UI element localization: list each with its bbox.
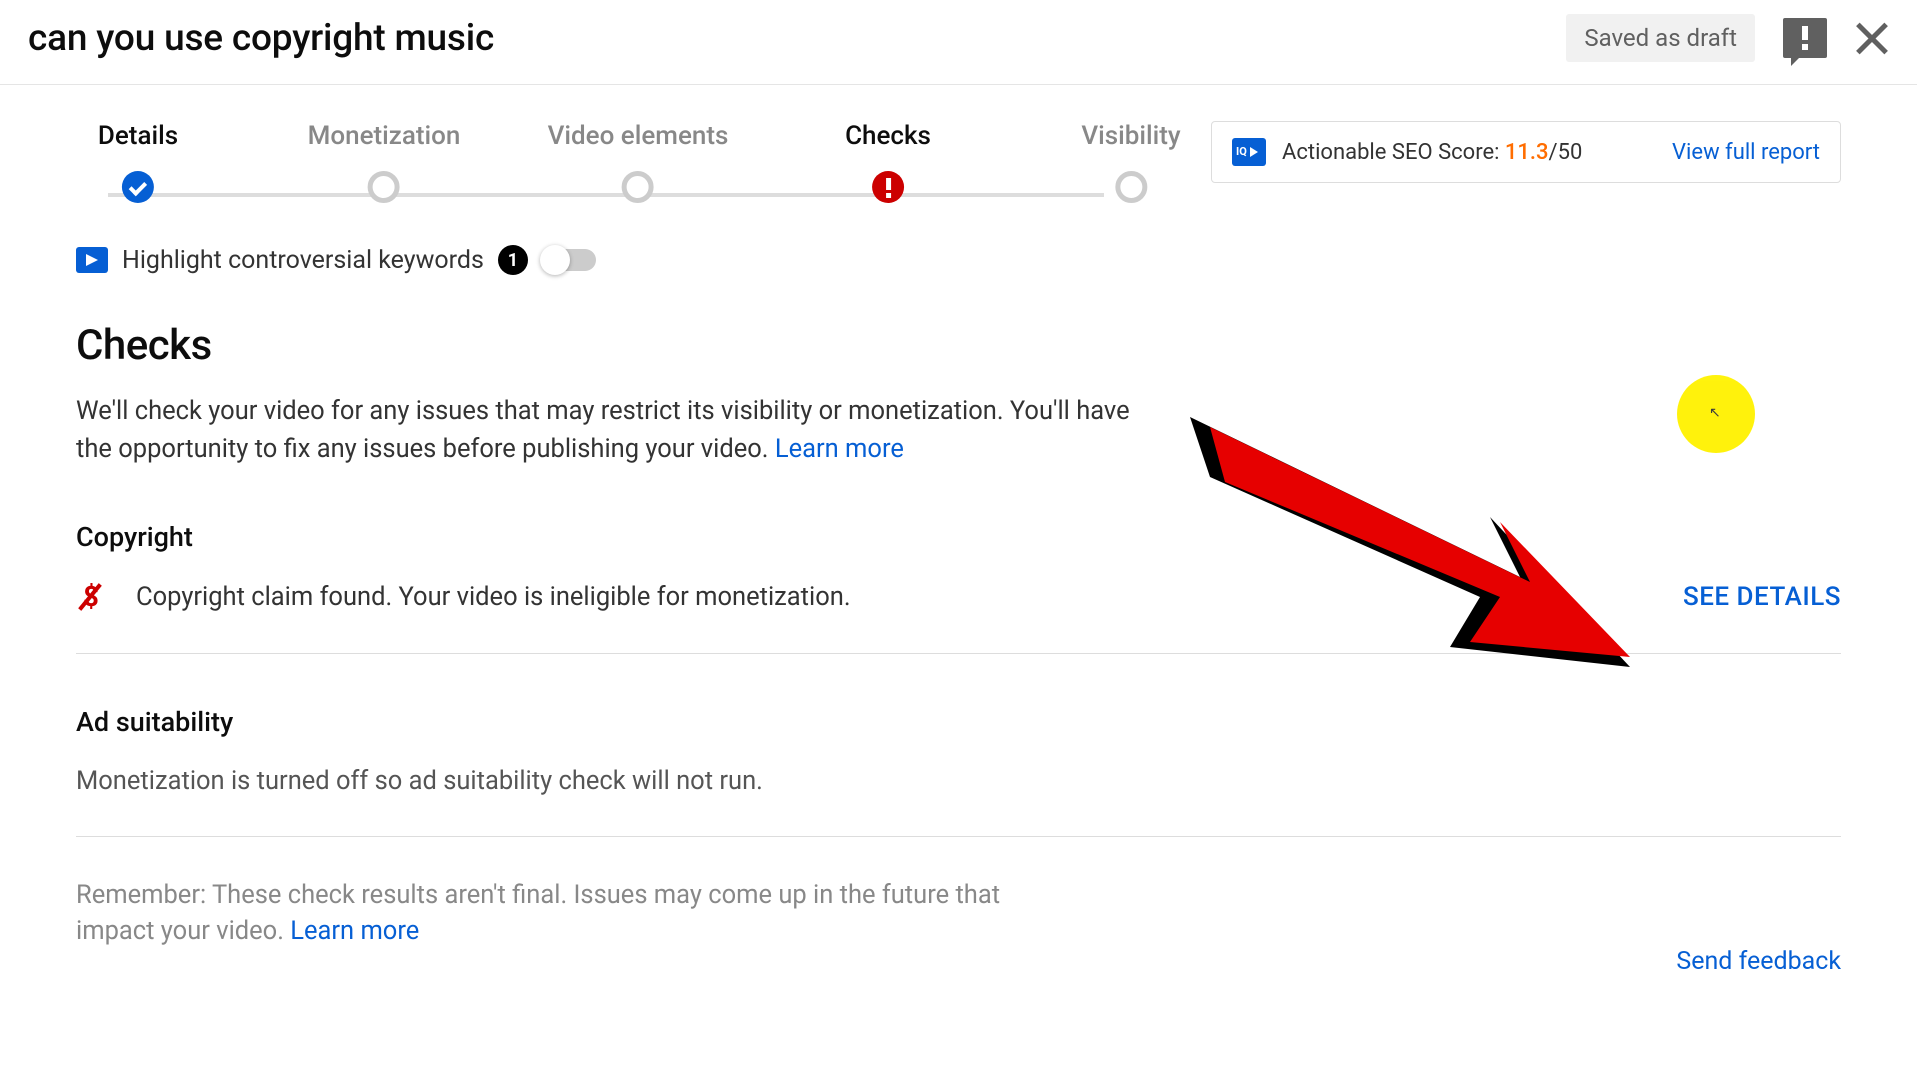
upload-stepper: Details Monetization Video elements Chec… [76, 121, 1136, 211]
error-icon [872, 171, 904, 203]
copyright-message: Copyright claim found. Your video is ine… [136, 582, 851, 612]
step-monetization[interactable]: Monetization [308, 121, 461, 203]
divider [76, 836, 1841, 837]
divider [76, 653, 1841, 654]
ad-suitability-heading: Ad suitability [76, 706, 1841, 738]
learn-more-link[interactable]: Learn more [775, 434, 904, 464]
keyword-toggle-label: Highlight controversial keywords [122, 246, 484, 275]
step-video-elements[interactable]: Video elements [548, 121, 729, 203]
video-title: can you use copyright music [28, 17, 1566, 60]
see-details-button[interactable]: SEE DETAILS [1683, 582, 1841, 612]
learn-more-link[interactable]: Learn more [290, 916, 419, 946]
draft-status-badge: Saved as draft [1566, 14, 1755, 62]
cursor-highlight-overlay: ↖ [1677, 375, 1755, 453]
checks-heading: Checks [76, 321, 1841, 370]
keyword-count-badge: 1 [498, 245, 528, 275]
disclaimer-note: Remember: These check results aren't fin… [76, 877, 1076, 951]
feedback-icon[interactable] [1783, 18, 1827, 58]
ad-suitability-message: Monetization is turned off so ad suitabi… [76, 766, 1841, 796]
close-icon[interactable] [1855, 21, 1889, 55]
seo-score-card: Actionable SEO Score: 11.3/50 View full … [1211, 121, 1841, 183]
step-details[interactable]: Details [98, 121, 178, 203]
checks-description: We'll check your video for any issues th… [76, 392, 1136, 469]
step-visibility[interactable]: Visibility [1081, 121, 1180, 203]
step-checks[interactable]: Checks [845, 121, 931, 203]
annotation-arrow [1170, 407, 1640, 727]
no-dollar-icon: $ [76, 581, 104, 613]
send-feedback-link[interactable]: Send feedback [1676, 947, 1841, 976]
check-icon [122, 171, 154, 203]
keyword-highlight-row: Highlight controversial keywords 1 [76, 245, 1841, 275]
dialog-header: can you use copyright music Saved as dra… [0, 0, 1917, 85]
seo-score-text: Actionable SEO Score: 11.3/50 [1282, 140, 1582, 165]
extension-play-icon [76, 247, 108, 273]
view-full-report-link[interactable]: View full report [1672, 140, 1820, 165]
seo-extension-icon [1232, 138, 1266, 166]
keyword-toggle-switch[interactable] [542, 249, 596, 271]
copyright-heading: Copyright [76, 521, 1841, 553]
